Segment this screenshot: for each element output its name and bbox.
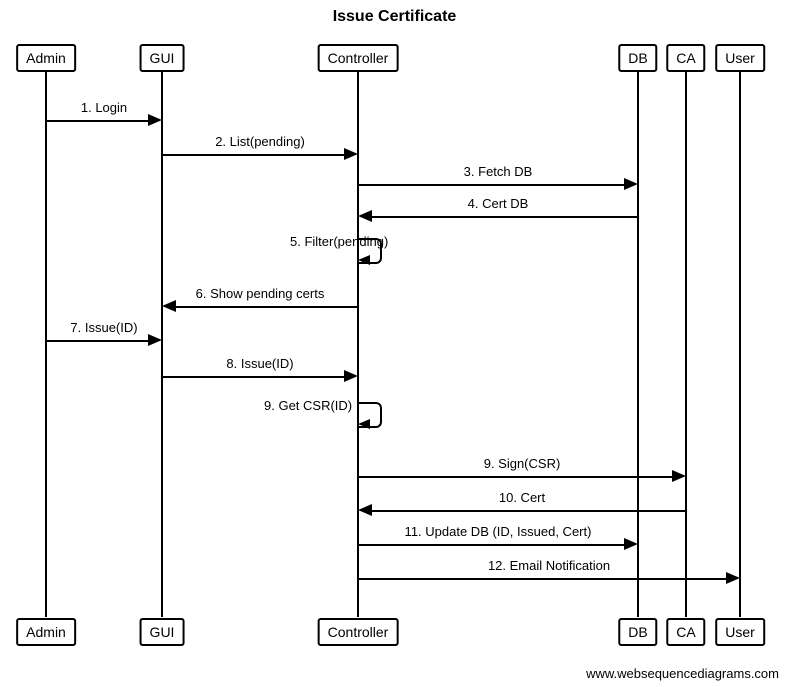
message-1-arrow bbox=[46, 120, 148, 122]
arrow-left-icon bbox=[162, 300, 176, 312]
message-3-arrow bbox=[358, 184, 624, 186]
arrow-right-icon bbox=[148, 334, 162, 346]
actor-ca-top: CA bbox=[666, 44, 705, 72]
message-2-label: 2. List(pending) bbox=[215, 134, 305, 149]
message-10-arrow bbox=[372, 510, 686, 512]
actor-admin-bottom: Admin bbox=[16, 618, 76, 646]
arrow-left-icon bbox=[358, 255, 370, 265]
message-1-label: 1. Login bbox=[81, 100, 127, 115]
footer-link[interactable]: www.websequencediagrams.com bbox=[586, 666, 779, 681]
message-7-label: 7. Issue(ID) bbox=[70, 320, 137, 335]
message-8-arrow bbox=[162, 376, 344, 378]
actor-admin-top: Admin bbox=[16, 44, 76, 72]
message-11-arrow bbox=[358, 544, 624, 546]
arrow-right-icon bbox=[624, 538, 638, 550]
message-9-label: 9. Get CSR(ID) bbox=[264, 398, 352, 413]
actor-db-top: DB bbox=[618, 44, 657, 72]
message-12-arrow bbox=[358, 578, 726, 580]
message-6-arrow bbox=[176, 306, 358, 308]
arrow-left-icon bbox=[358, 210, 372, 222]
diagram-title: Issue Certificate bbox=[0, 8, 789, 26]
message-6-label: 6. Show pending certs bbox=[196, 286, 325, 301]
arrow-right-icon bbox=[344, 148, 358, 160]
arrow-right-icon bbox=[344, 370, 358, 382]
actor-controller-top: Controller bbox=[318, 44, 399, 72]
message-7-arrow bbox=[46, 340, 148, 342]
actor-db-bottom: DB bbox=[618, 618, 657, 646]
arrow-right-icon bbox=[624, 178, 638, 190]
actor-user-bottom: User bbox=[715, 618, 765, 646]
lifeline-db bbox=[637, 72, 639, 617]
message-4-label: 4. Cert DB bbox=[468, 196, 529, 211]
lifeline-user bbox=[739, 72, 741, 617]
actor-gui-bottom: GUI bbox=[140, 618, 185, 646]
message-10-label: 10. Cert bbox=[499, 490, 545, 505]
message-12-label: 12. Email Notification bbox=[488, 558, 610, 573]
actor-gui-top: GUI bbox=[140, 44, 185, 72]
message-2-arrow bbox=[162, 154, 344, 156]
lifeline-ca bbox=[685, 72, 687, 617]
sequence-diagram: Issue Certificate Admin GUI Controller D… bbox=[0, 0, 789, 687]
lifeline-admin bbox=[45, 72, 47, 617]
arrow-left-icon bbox=[358, 419, 370, 429]
actor-user-top: User bbox=[715, 44, 765, 72]
message-9b-label: 9. Sign(CSR) bbox=[484, 456, 561, 471]
actor-controller-bottom: Controller bbox=[318, 618, 399, 646]
arrow-right-icon bbox=[726, 572, 740, 584]
actor-ca-bottom: CA bbox=[666, 618, 705, 646]
message-8-label: 8. Issue(ID) bbox=[226, 356, 293, 371]
arrow-right-icon bbox=[672, 470, 686, 482]
message-11-label: 11. Update DB (ID, Issued, Cert) bbox=[405, 524, 592, 539]
arrow-right-icon bbox=[148, 114, 162, 126]
message-4-arrow bbox=[372, 216, 638, 218]
message-9b-arrow bbox=[358, 476, 672, 478]
message-3-label: 3. Fetch DB bbox=[464, 164, 533, 179]
arrow-left-icon bbox=[358, 504, 372, 516]
